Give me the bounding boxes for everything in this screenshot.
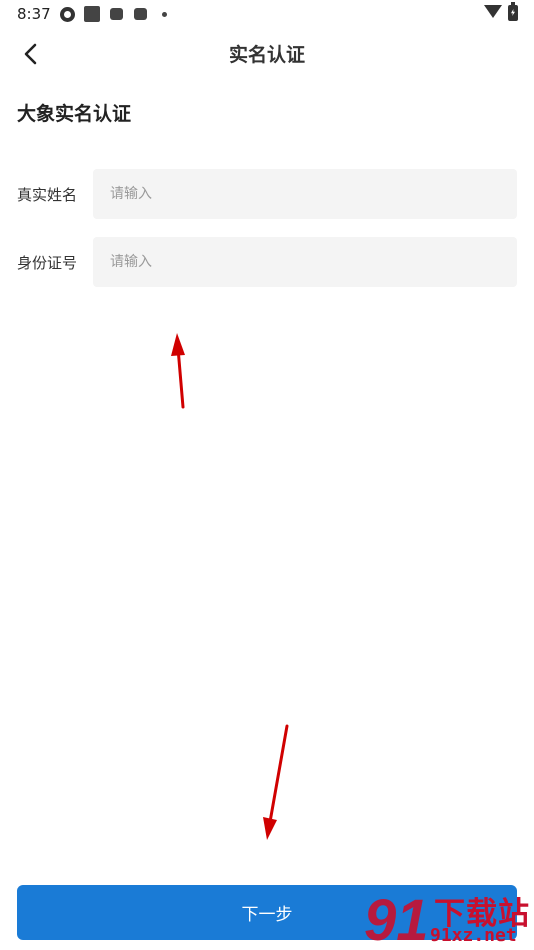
battery-charging-icon	[508, 2, 518, 21]
real-name-input[interactable]	[93, 169, 517, 219]
id-number-input[interactable]	[93, 237, 517, 287]
next-step-button[interactable]: 下一步	[17, 885, 517, 940]
notification-square-icon	[110, 8, 123, 20]
real-name-label: 真实姓名	[17, 186, 78, 204]
notification-square-icon	[134, 8, 147, 20]
header-title: 实名认证	[228, 44, 305, 66]
annotation-arrow-up	[171, 333, 185, 409]
annotation-arrow-down	[263, 724, 289, 840]
aperture-icon	[60, 7, 75, 22]
status-bar: 8:37	[0, 0, 534, 28]
more-notifications-dot-icon	[162, 12, 167, 17]
id-number-label: 身份证号	[17, 254, 78, 272]
wifi-icon	[484, 5, 502, 18]
form-row-id-number: 身份证号	[0, 236, 534, 288]
notification-square-icon	[84, 6, 100, 22]
page-heading: 大象实名认证	[17, 103, 132, 125]
form-row-real-name: 真实姓名	[0, 168, 534, 220]
annotation-arrows	[171, 333, 289, 840]
app-header: 实名认证	[0, 28, 534, 80]
status-time: 8:37	[17, 5, 51, 23]
